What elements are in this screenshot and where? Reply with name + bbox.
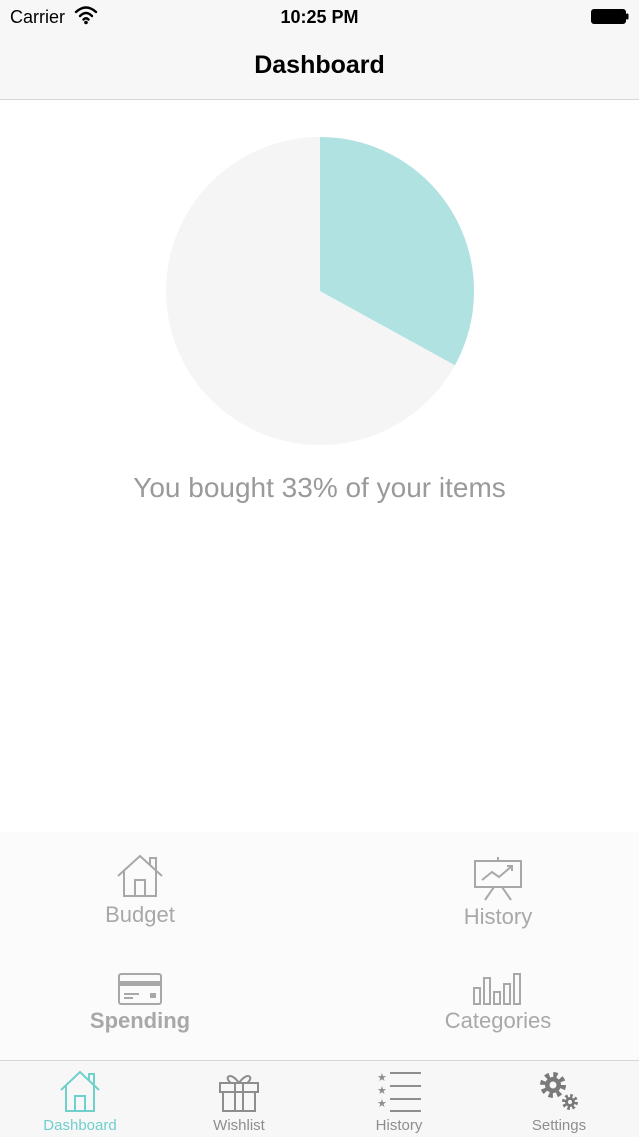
navigation-bar: Dashboard bbox=[0, 34, 639, 100]
tab-wishlist-label: Wishlist bbox=[213, 1117, 265, 1134]
categories-label: Categories bbox=[444, 1008, 552, 1033]
budget-button[interactable]: Budget bbox=[40, 852, 240, 928]
svg-text:★: ★ bbox=[377, 1084, 387, 1097]
history-button[interactable]: History bbox=[398, 856, 598, 930]
gears-icon bbox=[540, 1072, 578, 1110]
tab-dashboard-label: Dashboard bbox=[43, 1117, 117, 1134]
status-time: 10:25 PM bbox=[280, 7, 359, 27]
star-list-icon: ★ ★ ★ bbox=[377, 1071, 421, 1112]
tab-bar: Dashboard Wishlist ★ ★ ★ History Setting… bbox=[0, 1060, 639, 1137]
tab-settings-label: Settings bbox=[531, 1117, 587, 1134]
spending-button[interactable]: Spending bbox=[40, 972, 240, 1034]
budget-label: Budget bbox=[105, 902, 175, 927]
tab-settings[interactable]: Settings bbox=[479, 1061, 639, 1137]
tab-history[interactable]: ★ ★ ★ History bbox=[319, 1061, 479, 1137]
svg-text:★: ★ bbox=[377, 1071, 387, 1084]
quick-actions-panel: Budget History Spending Categories bbox=[0, 832, 639, 1060]
tab-dashboard[interactable]: Dashboard bbox=[0, 1061, 160, 1137]
history-label: History bbox=[463, 904, 533, 929]
tab-wishlist[interactable]: Wishlist bbox=[159, 1061, 319, 1137]
house-icon bbox=[60, 1070, 100, 1112]
svg-text:★: ★ bbox=[377, 1097, 387, 1110]
battery-icon bbox=[591, 9, 629, 24]
categories-button[interactable]: Categories bbox=[398, 972, 598, 1034]
tab-history-label: History bbox=[375, 1117, 423, 1134]
status-bar: Carrier 10:25 PM bbox=[0, 0, 639, 34]
house-icon bbox=[117, 854, 163, 897]
chart-board-icon bbox=[474, 857, 522, 901]
purchase-summary-text: You bought 33% of your items bbox=[133, 472, 506, 503]
credit-card-icon bbox=[118, 973, 162, 1005]
bar-chart-icon bbox=[473, 973, 521, 1005]
purchase-pie-chart bbox=[166, 137, 474, 445]
spending-label: Spending bbox=[89, 1008, 191, 1033]
page-title: Dashboard bbox=[254, 51, 385, 79]
gift-icon bbox=[219, 1075, 259, 1112]
